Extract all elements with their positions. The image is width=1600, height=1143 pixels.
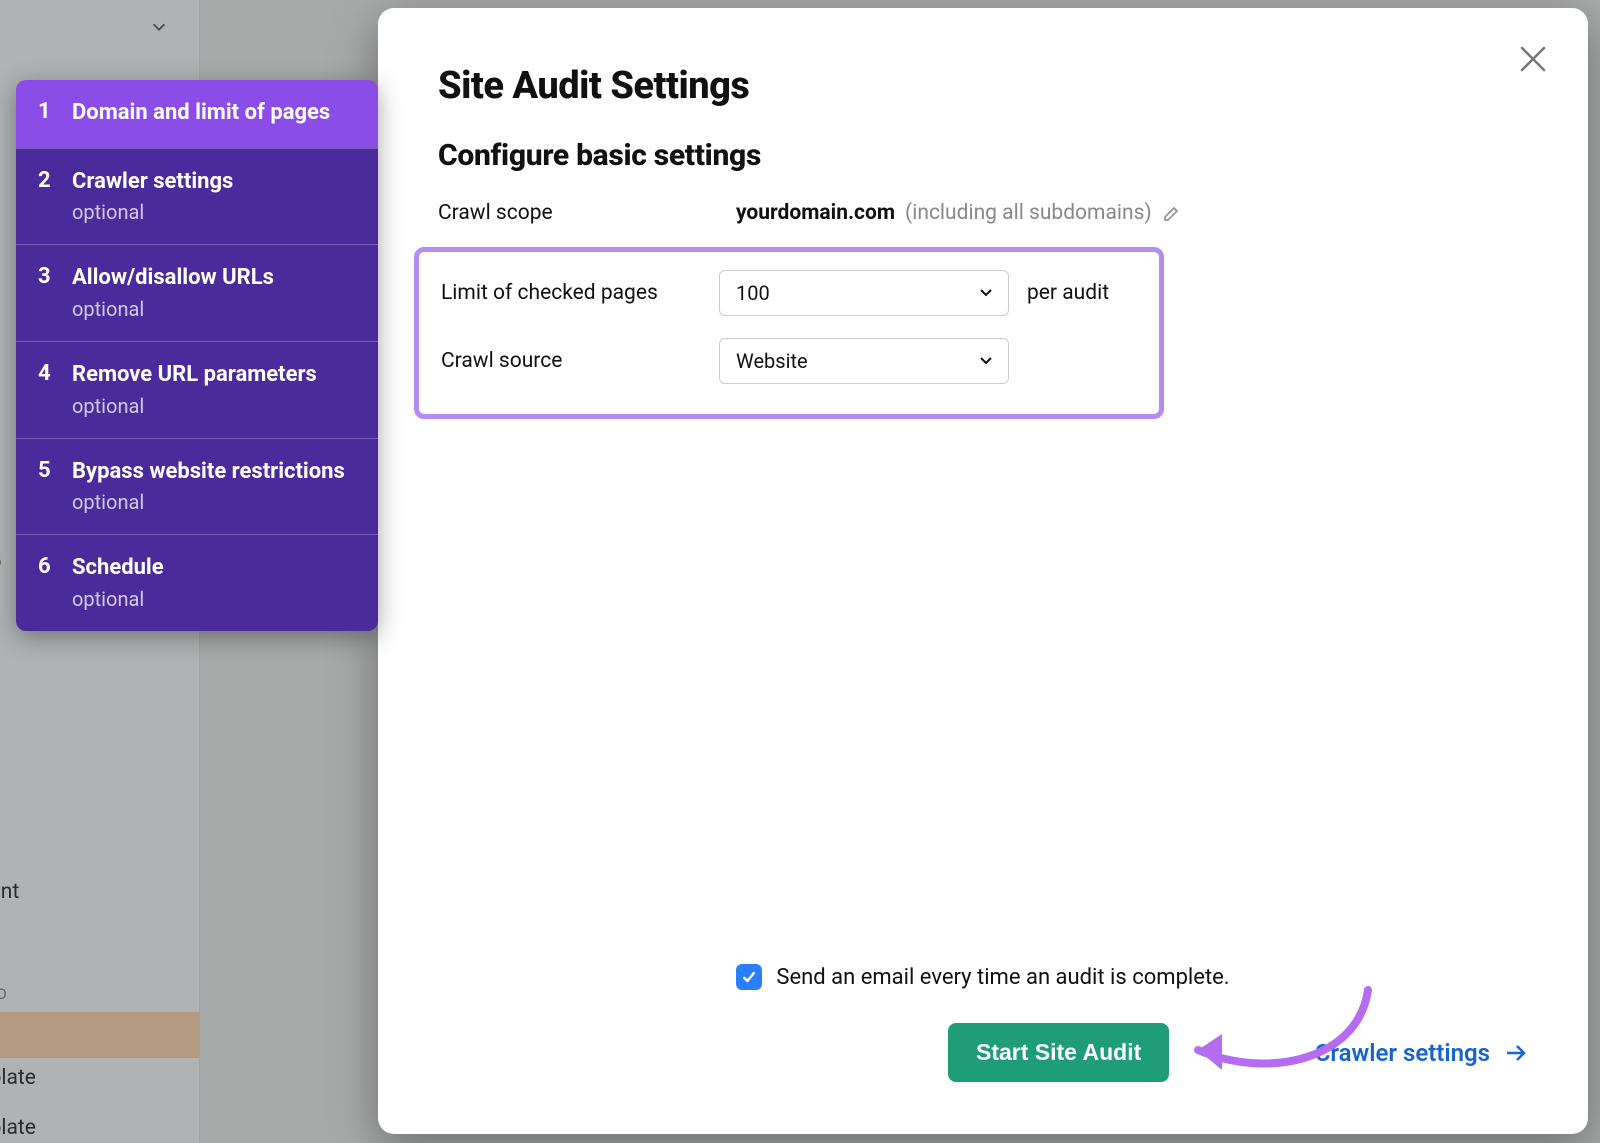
wizard-step-crawler-settings[interactable]: 2 Crawler settings optional	[16, 148, 378, 245]
crawl-scope-row: Crawl scope yourdomain.com (including al…	[438, 201, 1520, 225]
email-on-complete-checkbox[interactable]	[736, 964, 762, 990]
source-row: Crawl source Website	[441, 338, 1131, 384]
step-optional: optional	[72, 490, 345, 514]
step-optional: optional	[72, 394, 317, 418]
crawl-scope-including: (including all subdomains)	[905, 201, 1152, 225]
start-site-audit-button[interactable]: Start Site Audit	[948, 1023, 1169, 1082]
wizard-step-domain-limit[interactable]: 1 Domain and limit of pages	[16, 80, 378, 148]
crawler-settings-link[interactable]: Crawler settings	[1315, 1039, 1528, 1067]
chevron-down-icon	[978, 281, 994, 305]
step-title: Schedule	[72, 553, 164, 583]
wizard-steps: 1 Domain and limit of pages 2 Crawler se…	[16, 80, 378, 631]
next-link-label: Crawler settings	[1315, 1039, 1490, 1067]
step-number: 6	[38, 553, 54, 611]
arrow-right-icon	[1504, 1041, 1528, 1065]
crawl-scope-label: Crawl scope	[438, 201, 718, 225]
crawl-scope-domain: yourdomain.com	[736, 201, 895, 225]
step-title: Domain and limit of pages	[72, 98, 330, 128]
source-value: Website	[736, 349, 808, 373]
settings-modal: Site Audit Settings Configure basic sett…	[378, 8, 1588, 1134]
source-label: Crawl source	[441, 349, 701, 373]
limit-select[interactable]: 100	[719, 270, 1009, 316]
step-title: Bypass website restrictions	[72, 457, 345, 487]
source-select[interactable]: Website	[719, 338, 1009, 384]
wizard-step-schedule[interactable]: 6 Schedule optional	[16, 534, 378, 631]
wizard-step-bypass-restrictions[interactable]: 5 Bypass website restrictions optional	[16, 438, 378, 535]
step-optional: optional	[72, 200, 233, 224]
wizard-step-allow-disallow-urls[interactable]: 3 Allow/disallow URLs optional	[16, 244, 378, 341]
email-on-complete-label: Send an email every time an audit is com…	[776, 965, 1229, 990]
wizard-step-remove-url-parameters[interactable]: 4 Remove URL parameters optional	[16, 341, 378, 438]
step-number: 4	[38, 360, 54, 418]
pencil-icon[interactable]	[1162, 203, 1182, 223]
step-title: Allow/disallow URLs	[72, 263, 274, 293]
email-on-complete-row: Send an email every time an audit is com…	[378, 964, 1588, 990]
modal-subtitle: Configure basic settings	[438, 138, 1520, 173]
close-icon[interactable]	[1518, 44, 1548, 74]
footer-actions: Start Site Audit Crawler settings	[378, 1023, 1528, 1082]
limit-suffix: per audit	[1027, 281, 1109, 305]
limit-value: 100	[736, 281, 770, 305]
chevron-down-icon	[978, 349, 994, 373]
limit-label: Limit of checked pages	[441, 281, 701, 305]
step-number: 1	[38, 98, 54, 128]
modal-title: Site Audit Settings	[438, 64, 1520, 108]
step-number: 3	[38, 263, 54, 321]
limit-row: Limit of checked pages 100 per audit	[441, 270, 1131, 316]
step-optional: optional	[72, 587, 164, 611]
step-number: 2	[38, 167, 54, 225]
step-number: 5	[38, 457, 54, 515]
annotation-highlight: Limit of checked pages 100 per audit Cra…	[414, 247, 1164, 419]
step-title: Remove URL parameters	[72, 360, 317, 390]
step-optional: optional	[72, 297, 274, 321]
step-title: Crawler settings	[72, 167, 233, 197]
